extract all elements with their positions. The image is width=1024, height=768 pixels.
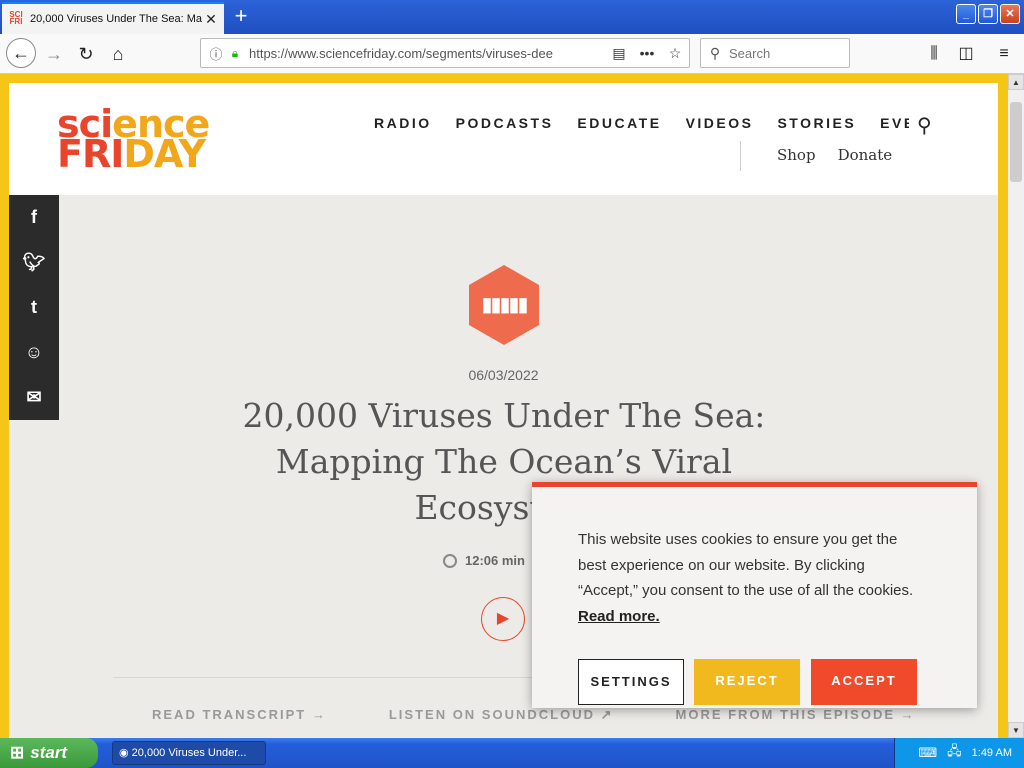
scroll-thumb[interactable] — [1010, 102, 1022, 182]
nav-videos[interactable]: VIDEOS — [686, 115, 754, 131]
read-transcript-link[interactable]: READ TRANSCRIPT → — [152, 707, 327, 723]
reader-view-icon[interactable]: ▤ — [605, 45, 633, 62]
more-episode-label: MORE FROM THIS EPISODE — [675, 707, 896, 722]
clock: 1:49 AM — [971, 747, 1012, 759]
nav-stories[interactable]: STORIES — [777, 115, 856, 131]
close-window-button[interactable]: ✕ — [1000, 4, 1020, 24]
duration-text: 12:06 min — [465, 553, 525, 568]
back-button[interactable]: ← — [6, 38, 36, 68]
search-icon: ⚲ — [709, 44, 721, 61]
more-episode-link[interactable]: MORE FROM THIS EPISODE → — [676, 707, 916, 723]
search-input[interactable]: ⚲ Search — [700, 38, 850, 68]
network-icon[interactable]: 🖧︎ — [947, 742, 962, 764]
clock-icon — [443, 553, 457, 568]
facebook-icon[interactable]: f — [9, 195, 59, 240]
reject-button[interactable]: REJECT — [694, 659, 800, 705]
sidebar-icon[interactable]: ◫ — [952, 40, 980, 68]
science-friday-logo[interactable]: science FRIDAY — [57, 105, 210, 173]
navigation-toolbar: ← → ↻ ⌂ ⓘ 🔒︎ https://www.sciencefriday.c… — [0, 34, 1024, 74]
duration: 12:06 min — [443, 553, 525, 568]
tab-close-icon[interactable]: ✕ — [204, 11, 218, 28]
soundcloud-label: LISTEN ON SOUNDCLOUD — [388, 707, 595, 722]
start-label: start — [30, 743, 68, 762]
play-button[interactable]: ▶ — [481, 597, 525, 641]
nav-donate[interactable]: Donate — [838, 141, 893, 171]
browser-tab[interactable]: SCI FRI 20,000 Viruses Under The Sea: Ma… — [2, 2, 224, 34]
tab-strip: SCI FRI 20,000 Viruses Under The Sea: Ma… — [0, 0, 1024, 34]
forward-button[interactable]: → — [40, 40, 68, 68]
read-more-link[interactable]: Read more. — [578, 608, 660, 625]
tab-title: 20,000 Viruses Under The Sea: Ma — [30, 13, 203, 25]
home-button[interactable]: ⌂ — [104, 40, 132, 68]
cookie-message: This website uses cookies to ensure you … — [578, 527, 928, 629]
firefox-icon: ◉ — [119, 747, 132, 759]
task-label: 20,000 Viruses Under... — [131, 747, 247, 759]
bookmark-star-icon[interactable]: ☆ — [661, 45, 689, 62]
sub-nav: Shop Donate — [740, 141, 892, 171]
vertical-scrollbar[interactable]: ▲ ▼ — [1008, 74, 1024, 738]
page-actions-icon[interactable]: ••• — [633, 45, 661, 61]
taskbar: ⊞ start ◉ 20,000 Viruses Under... ⌨ 🖧︎ 1:… — [0, 738, 1024, 768]
start-button[interactable]: ⊞ start — [0, 738, 98, 768]
share-bar: f 🐦︎ t ☺ ✉ — [9, 195, 59, 420]
scroll-down-arrow-icon[interactable]: ▼ — [1008, 722, 1024, 738]
main-nav: RADIO PODCASTS EDUCATE VIDEOS STORIES EV… — [374, 115, 909, 131]
scroll-up-arrow-icon[interactable]: ▲ — [1008, 74, 1024, 90]
site-search-icon[interactable]: ⚲ — [917, 113, 932, 138]
menu-icon[interactable]: ≡ — [990, 40, 1018, 68]
minimize-button[interactable]: _ — [956, 4, 976, 24]
nav-events[interactable]: EVENTS — [880, 115, 909, 131]
taskbar-window-button[interactable]: ◉ 20,000 Viruses Under... — [112, 741, 266, 765]
system-tray: ⌨ 🖧︎ 1:49 AM — [894, 738, 1024, 768]
logo-part: DAY — [123, 132, 206, 176]
windows-flag-icon: ⊞ — [10, 743, 25, 762]
settings-button[interactable]: SETTINGS — [578, 659, 684, 705]
url-text[interactable]: https://www.sciencefriday.com/segments/v… — [243, 46, 605, 61]
tumblr-icon[interactable]: t — [9, 285, 59, 330]
reload-button[interactable]: ↻ — [72, 40, 100, 68]
nav-podcasts[interactable]: PODCASTS — [456, 115, 554, 131]
keyboard-icon[interactable]: ⌨ — [918, 745, 937, 761]
nav-shop[interactable]: Shop — [777, 141, 816, 171]
article-date: 06/03/2022 — [468, 367, 539, 383]
new-tab-button[interactable]: + — [228, 4, 254, 28]
window-controls: _ ❐ ✕ — [956, 4, 1020, 24]
site-info-icon[interactable]: ⓘ — [205, 44, 227, 63]
read-transcript-label: READ TRANSCRIPT — [152, 707, 307, 722]
library-icon[interactable]: ⫼ — [920, 40, 948, 68]
cookie-consent-dialog: This website uses cookies to ensure you … — [532, 482, 977, 708]
accept-button[interactable]: ACCEPT — [811, 659, 917, 705]
logo-part: FRI — [57, 132, 124, 176]
lock-icon: 🔒︎ — [231, 45, 239, 60]
cookie-message-text: This website uses cookies to ensure you … — [578, 531, 914, 600]
soundcloud-link[interactable]: LISTEN ON SOUNDCLOUD ↗ — [389, 707, 614, 723]
site-favicon-icon: SCI FRI — [9, 10, 23, 26]
audio-waveform-icon: ▮▮▮▮▮ — [469, 265, 539, 345]
twitter-icon[interactable]: 🐦︎ — [9, 240, 59, 285]
search-placeholder: Search — [729, 45, 771, 61]
address-bar[interactable]: ⓘ 🔒︎ https://www.sciencefriday.com/segme… — [200, 38, 690, 68]
episode-links: READ TRANSCRIPT → LISTEN ON SOUNDCLOUD ↗… — [152, 707, 916, 723]
maximize-button[interactable]: ❐ — [978, 4, 998, 24]
site-header: science FRIDAY RADIO PODCASTS EDUCATE VI… — [9, 83, 998, 195]
nav-educate[interactable]: EDUCATE — [577, 115, 661, 131]
nav-radio[interactable]: RADIO — [374, 115, 432, 131]
